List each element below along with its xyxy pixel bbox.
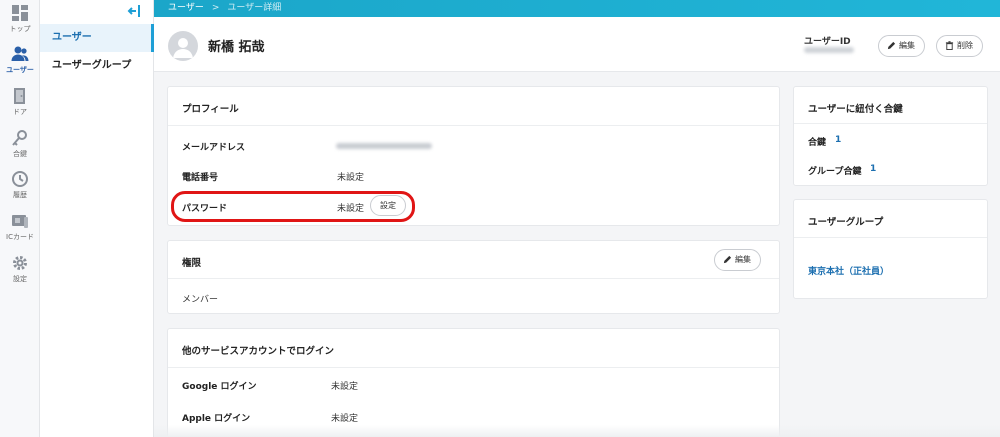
history-icon [12,171,28,187]
collapse-sidebar-icon[interactable] [127,4,141,18]
pencil-icon [723,255,732,264]
rail-label: トップ [9,25,31,33]
groups-card-title: ユーザーグループ [808,217,884,228]
user-header: 新橋 拓哉 ユーザーID 編集 削除 [154,17,1000,72]
subnav-item-user-groups[interactable]: ユーザーグループ [40,52,154,80]
rail-label: ドア [13,108,27,116]
key-count[interactable]: 1 [835,135,841,145]
key-icon [12,130,27,146]
subnav-item-users[interactable]: ユーザー [40,24,154,52]
apple-login-label: Apple ログイン [182,414,251,424]
rail-item-door[interactable]: ドア [0,87,40,117]
phone-label: 電話番号 [182,173,219,183]
card-divider [794,237,987,238]
pencil-icon [887,41,896,50]
card-divider [794,123,987,124]
rail-item-top[interactable]: トップ [0,4,40,34]
user-keys-card: ユーザーに紐付く合鍵 合鍵 1 グループ合鍵 1 [793,86,988,186]
sso-card-title: 他のサービスアカウントでログイン [182,346,335,357]
trash-icon [945,41,954,50]
email-value-redacted [336,143,432,149]
permission-card-title: 権限 [182,258,202,269]
sso-login-card: 他のサービスアカウントでログイン Google ログイン 未設定 Apple ロ… [167,328,780,437]
card-divider [168,125,779,126]
gear-icon [13,256,27,270]
edit-permission-label: 編集 [735,255,751,264]
grid-icon [12,5,28,21]
user-groups-card: ユーザーグループ 東京本社（正社員） [793,199,988,299]
user-name: 新橋 拓哉 [208,40,265,55]
rail-item-iccard[interactable]: ICカード [0,212,40,242]
breadcrumb-root[interactable]: ユーザー [168,3,204,13]
group-key-label: グループ合鍵 [808,167,862,177]
rail-item-users[interactable]: ユーザー [0,45,40,75]
rail-label: ユーザー [6,66,34,74]
person-icon [173,38,193,58]
users-icon [11,46,29,61]
google-login-value: 未設定 [331,382,359,392]
apple-login-value: 未設定 [331,414,359,424]
edit-permission-button[interactable]: 編集 [714,249,761,271]
rail-label: 合鍵 [13,150,27,158]
rail-label: ICカード [6,233,34,241]
group-link[interactable]: 東京本社（正社員） [808,264,889,277]
door-icon [14,88,25,104]
keys-card-title: ユーザーに紐付く合鍵 [808,104,903,115]
rail-item-key[interactable]: 合鍵 [0,129,40,159]
edit-user-button[interactable]: 編集 [878,35,925,57]
rail-item-history[interactable]: 履歴 [0,170,40,200]
email-label: メールアドレス [182,143,246,153]
rail-label: 設定 [13,275,27,283]
phone-value: 未設定 [337,173,365,183]
profile-card-title: プロフィール [182,104,239,115]
sub-navigation: ユーザー ユーザーグループ [40,0,154,437]
breadcrumb-current: ユーザー詳細 [227,3,282,13]
bottom-fade [154,425,1000,437]
permission-card: 権限 編集 メンバー [167,240,780,314]
rail-label: 履歴 [13,191,27,199]
edit-user-label: 編集 [899,41,915,50]
user-id-label: ユーザーID [804,37,851,47]
card-divider [168,367,779,368]
permission-value: メンバー [182,295,219,305]
card-divider [168,278,779,279]
password-highlight-annotation [171,191,415,222]
breadcrumb: ユーザー > ユーザー詳細 [154,0,1000,17]
delete-user-label: 削除 [957,41,973,50]
rail-item-settings[interactable]: 設定 [0,254,40,284]
left-rail: トップ ユーザー ドア 合鍵 履歴 ICカード 設定 [0,0,40,437]
key-label: 合鍵 [808,138,827,148]
card-icon [12,215,28,228]
breadcrumb-separator: > [211,3,220,13]
google-login-label: Google ログイン [182,382,257,392]
delete-user-button[interactable]: 削除 [936,35,983,57]
avatar [168,31,198,61]
group-key-count[interactable]: 1 [870,164,876,174]
user-id-value-redacted [804,47,854,53]
